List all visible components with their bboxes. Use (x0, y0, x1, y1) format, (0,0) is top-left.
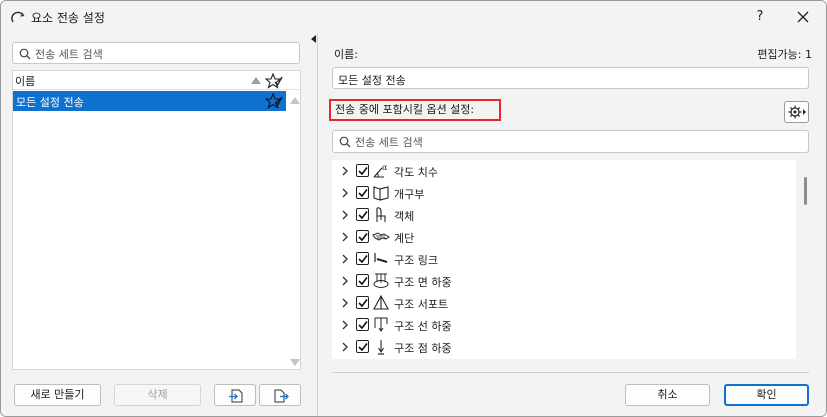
name-label: 이름: (334, 48, 358, 61)
close-icon[interactable] (791, 7, 815, 27)
ok-button[interactable]: 확인 (724, 384, 809, 406)
tree-item-label: 각도 치수 (394, 166, 438, 179)
svg-text:α: α (382, 163, 388, 172)
collapse-left-arrow-icon[interactable] (311, 35, 316, 43)
point-load-icon (378, 340, 384, 355)
search-placeholder: 전송 세트 검색 (355, 136, 423, 149)
tree-item-label: 객체 (394, 210, 415, 223)
chevron-right-icon[interactable] (340, 188, 350, 198)
import-icon (229, 389, 243, 403)
include-checkbox[interactable] (356, 208, 369, 221)
chevron-right-icon[interactable] (340, 166, 350, 176)
transfer-set-list: 이름 모든 설정 전송 (12, 70, 301, 370)
options-heading: 전송 중에 포함시킬 옵션 설정: (329, 99, 501, 121)
transfer-arc-icon (11, 11, 25, 23)
angle-dimension-icon: α (373, 163, 388, 178)
include-checkbox[interactable] (356, 318, 369, 331)
title-bar: 요소 전송 설정 ? (1, 1, 826, 33)
include-checkbox[interactable] (356, 340, 369, 353)
delete-button[interactable]: 삭제 (114, 384, 201, 406)
tree-item-label: 구조 서포트 (394, 298, 449, 311)
tree-row[interactable]: α 각도 치수 (332, 160, 796, 182)
help-button[interactable]: ? (749, 7, 771, 27)
object-chair-icon (376, 207, 386, 222)
tree-row[interactable]: 개구부 (332, 182, 796, 204)
set-name-field[interactable]: 모든 설정 전송 (332, 67, 809, 89)
list-header: 이름 (13, 71, 300, 90)
favorite-star-check-icon[interactable] (265, 93, 283, 109)
footer-divider (332, 372, 809, 373)
opening-icon (373, 186, 389, 201)
include-checkbox[interactable] (356, 230, 369, 243)
list-item[interactable]: 모든 설정 전송 (13, 91, 286, 111)
new-button[interactable]: 새로 만들기 (14, 384, 101, 406)
tree-item-label: 구조 선 하중 (394, 320, 452, 333)
include-checkbox[interactable] (356, 274, 369, 287)
tree-row[interactable]: 구조 점 하중 (332, 336, 796, 358)
tree-row[interactable]: 계단 (332, 226, 796, 248)
transfer-set-details-pane: 이름: 편집가능: 1 모든 설정 전송 전송 중에 포함시킬 옵션 설정: 전… (318, 33, 826, 416)
sort-ascending-icon[interactable] (251, 77, 261, 84)
list-item-label: 모든 설정 전송 (16, 96, 84, 109)
chevron-right-icon[interactable] (340, 254, 350, 264)
surface-load-icon (373, 273, 389, 288)
tree-item-label: 구조 링크 (394, 254, 438, 267)
stair-icon (372, 232, 390, 241)
line-load-icon (374, 317, 388, 332)
options-menu-button[interactable] (784, 101, 809, 123)
tree-row[interactable]: 구조 링크 (332, 248, 796, 270)
chevron-right-icon[interactable] (340, 298, 350, 308)
options-search-input[interactable]: 전송 세트 검색 (332, 130, 809, 153)
include-checkbox[interactable] (356, 252, 369, 265)
cancel-button[interactable]: 취소 (625, 384, 710, 406)
structural-support-icon (373, 294, 389, 310)
chevron-right-icon[interactable] (340, 210, 350, 220)
tree-row[interactable]: 구조 면 하중 (332, 270, 796, 292)
favorite-star-check-icon[interactable] (265, 73, 283, 89)
options-tree: α 각도 치수 개구부 객체 계단 구조 링크 구조 면 하중 구조 서포트 구… (332, 160, 796, 359)
export-icon (274, 389, 289, 403)
import-button[interactable] (214, 384, 256, 406)
include-checkbox[interactable] (356, 186, 369, 199)
pane-splitter[interactable] (309, 33, 317, 416)
search-placeholder: 전송 세트 검색 (35, 48, 103, 61)
search-icon (19, 48, 31, 60)
chevron-right-icon[interactable] (340, 276, 350, 286)
tree-item-label: 계단 (394, 232, 415, 245)
scroll-down-arrow-icon[interactable] (290, 359, 300, 366)
include-checkbox[interactable] (356, 296, 369, 309)
tree-scrollbar-thumb[interactable] (804, 177, 807, 205)
column-name-header[interactable]: 이름 (15, 73, 35, 89)
tree-row[interactable]: 객체 (332, 204, 796, 226)
search-icon (339, 136, 351, 148)
tree-item-label: 구조 면 하중 (394, 276, 452, 289)
include-checkbox[interactable] (356, 164, 369, 177)
scroll-up-arrow-icon[interactable] (290, 97, 300, 104)
structural-link-icon (374, 253, 388, 263)
set-name-value: 모든 설정 전송 (338, 74, 406, 87)
transfer-set-search-input[interactable]: 전송 세트 검색 (12, 42, 300, 64)
editable-count-label: 편집가능: 1 (757, 48, 812, 61)
chevron-right-icon[interactable] (340, 342, 350, 352)
chevron-right-icon[interactable] (340, 320, 350, 330)
transfer-set-pane: 전송 세트 검색 이름 모든 설정 전송 새로 만들기 삭제 (2, 33, 309, 416)
export-button[interactable] (259, 384, 301, 406)
tree-item-label: 구조 점 하중 (394, 342, 452, 355)
transfer-settings-dialog: 요소 전송 설정 ? 전송 세트 검색 이름 모든 설정 전송 새로 만들기 삭… (0, 0, 827, 417)
tree-item-label: 개구부 (394, 188, 425, 201)
window-title: 요소 전송 설정 (31, 11, 105, 25)
settings-gear-arrow-icon (788, 105, 806, 119)
tree-row[interactable]: 구조 서포트 (332, 292, 796, 314)
tree-row[interactable]: 구조 선 하중 (332, 314, 796, 336)
chevron-right-icon[interactable] (340, 232, 350, 242)
